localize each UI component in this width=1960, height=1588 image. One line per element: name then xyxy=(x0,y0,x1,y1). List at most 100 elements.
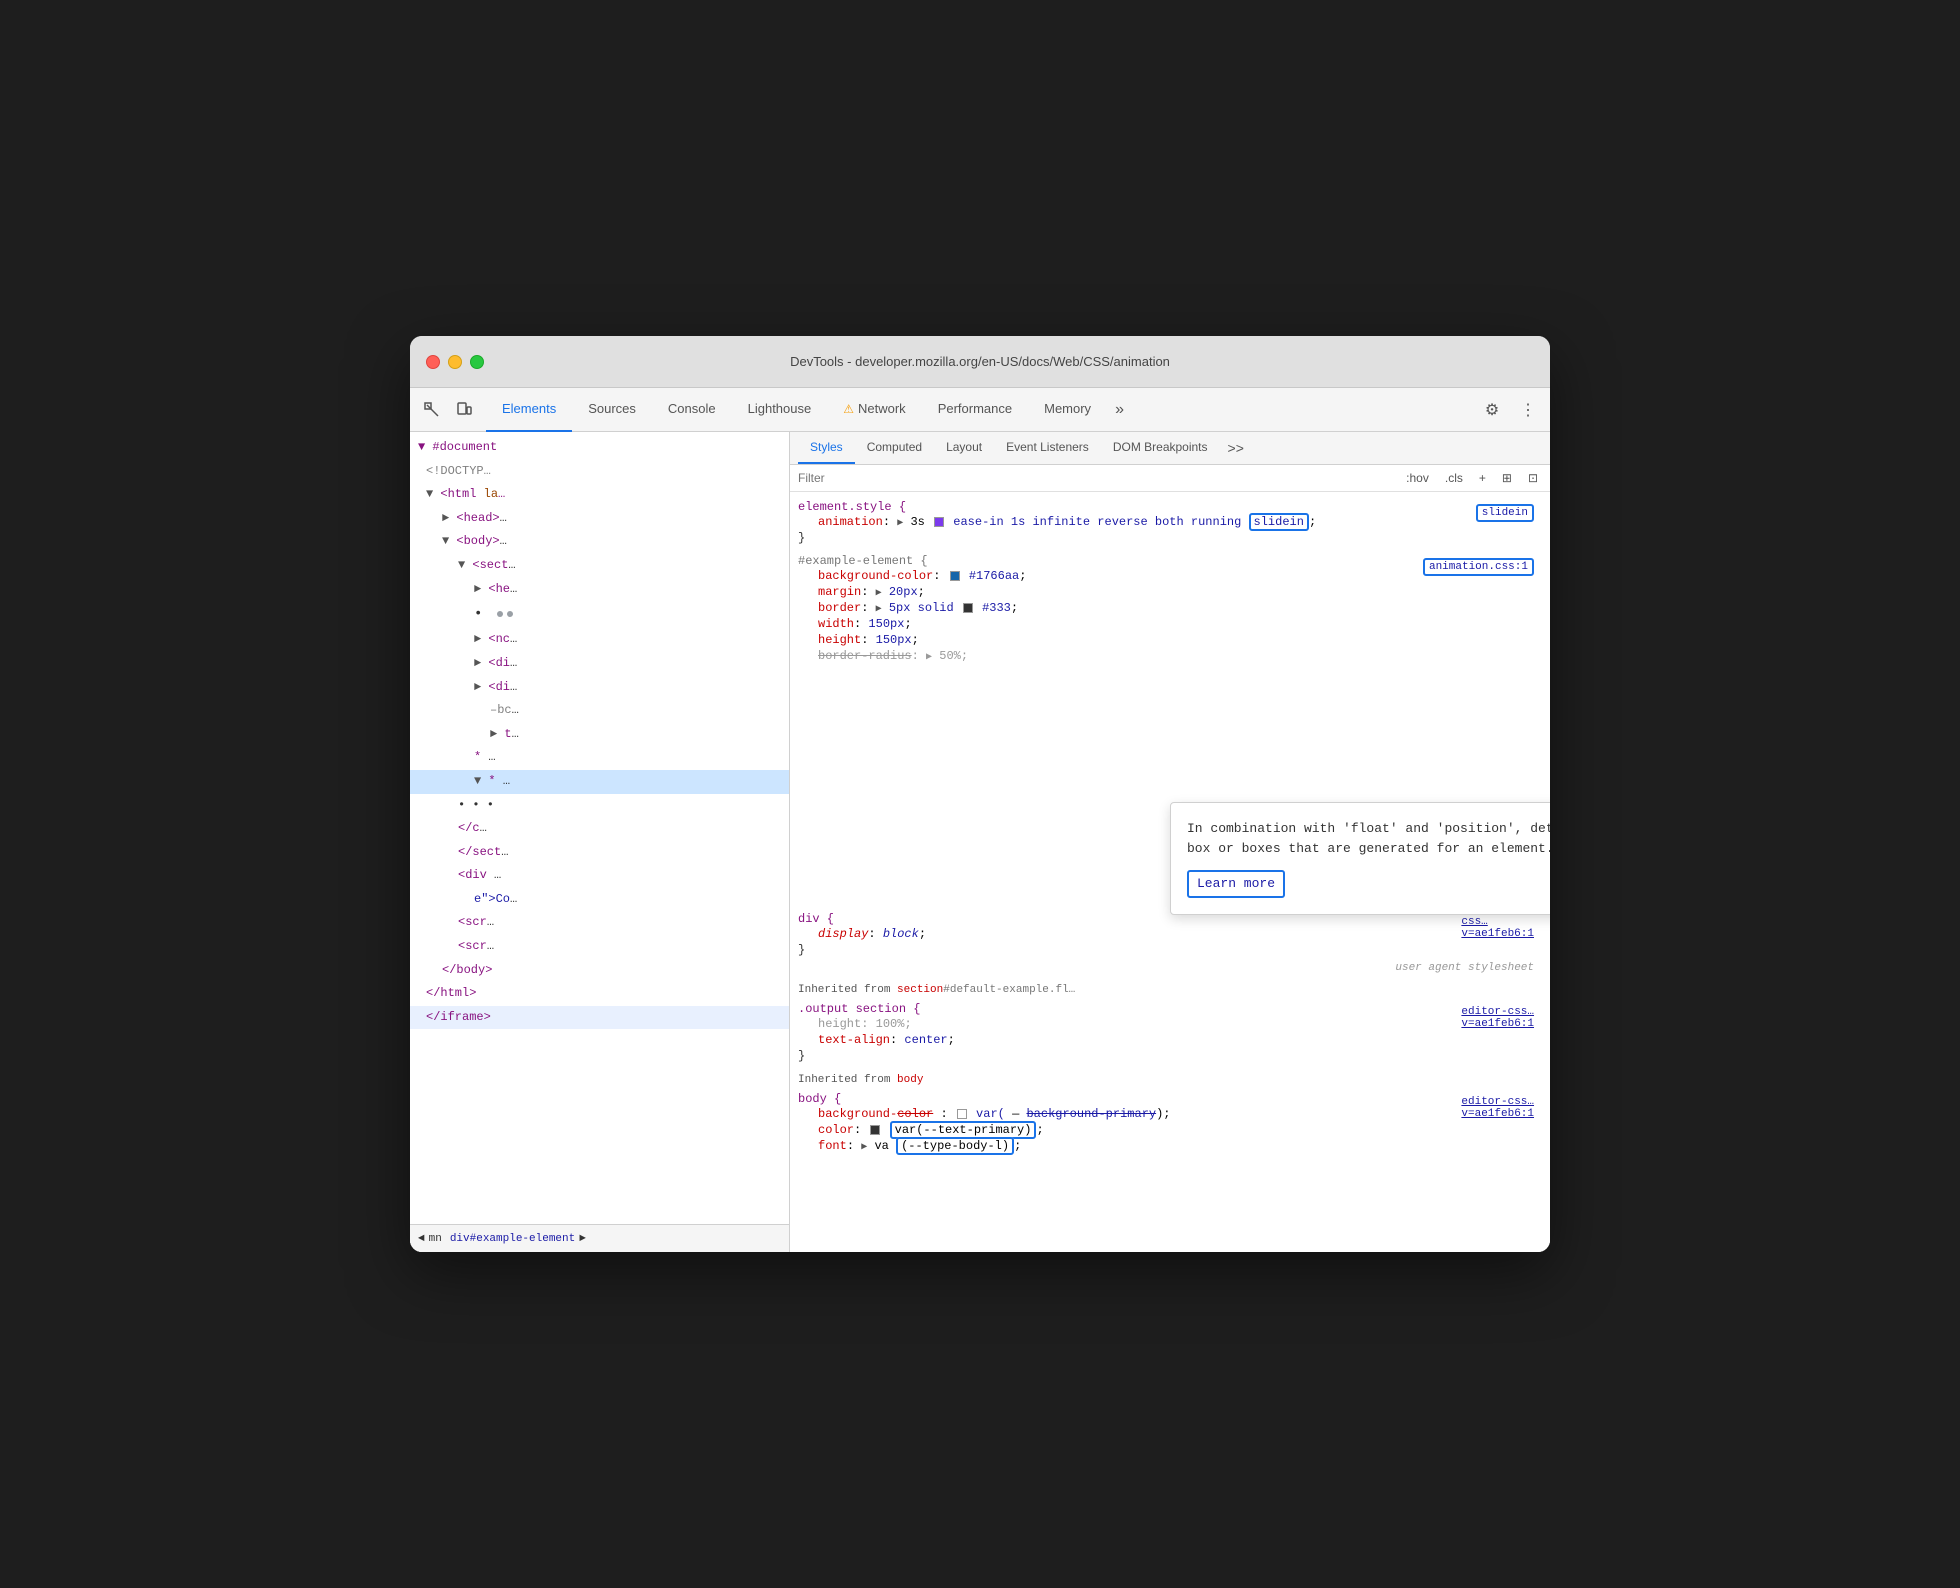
tab-performance[interactable]: Performance xyxy=(922,388,1028,432)
learn-more-link[interactable]: Learn more xyxy=(1187,870,1285,898)
tree-line[interactable]: ▼ #document xyxy=(410,436,789,460)
tree-line[interactable]: e">Co… xyxy=(410,888,789,912)
body-color-property: color: var(--text-primary); xyxy=(798,1122,1542,1138)
font-expand[interactable]: ▶ xyxy=(861,1142,867,1153)
breadcrumb-right-arrow[interactable]: ► xyxy=(579,1233,586,1245)
div-source[interactable]: css…v=ae1feb6:1 xyxy=(1461,916,1534,940)
cls-button[interactable]: .cls xyxy=(1441,469,1467,487)
tree-line[interactable]: </sect… xyxy=(410,841,789,865)
elements-panel: ▼ #document <!DOCTYP… ▼ <html la… ► <hea… xyxy=(410,432,790,1252)
example-element-selector: #example-element { xyxy=(798,554,928,568)
border-color-swatch[interactable] xyxy=(963,603,973,613)
more-options-icon[interactable]: ⋮ xyxy=(1514,396,1542,424)
body-font-property: font: ▶ va (--type-body-l); xyxy=(798,1138,1542,1154)
tree-line[interactable]: ► <di… xyxy=(410,676,789,700)
animation-color-swatch[interactable] xyxy=(934,517,944,527)
tree-line[interactable]: </body> xyxy=(410,959,789,983)
tab-styles-label: Styles xyxy=(810,440,843,454)
tab-network[interactable]: ⚠ Network xyxy=(827,388,921,432)
body-source[interactable]: editor-css…v=ae1feb6:1 xyxy=(1461,1096,1534,1120)
tooltip-text: In combination with 'float' and 'positio… xyxy=(1187,819,1550,858)
animation-css-source[interactable]: animation.css:1 xyxy=(1423,558,1534,576)
element-style-close: } xyxy=(798,530,1542,546)
main-tabs: Elements Sources Console Lighthouse ⚠ Ne… xyxy=(486,388,1478,432)
body-ref[interactable]: body xyxy=(897,1074,923,1086)
tree-line[interactable]: <scr… xyxy=(410,911,789,935)
tree-line-selected[interactable]: ▼ * … xyxy=(410,770,789,794)
filter-controls: :hov .cls + ⊞ ⊡ xyxy=(1402,469,1542,487)
tree-line[interactable]: </html> xyxy=(410,982,789,1006)
traffic-lights xyxy=(426,355,484,369)
element-style-source[interactable]: slidein xyxy=(1476,504,1534,522)
tree-line[interactable]: <div … xyxy=(410,864,789,888)
border-radius-expand[interactable]: ▶ xyxy=(926,652,932,663)
tree-line[interactable]: </iframe> xyxy=(410,1006,789,1030)
tree-line[interactable]: ► <he… xyxy=(410,578,789,602)
device-toolbar-icon[interactable] xyxy=(450,396,478,424)
new-style-rule-icon[interactable]: ⊞ xyxy=(1498,469,1516,487)
display-property: display: block; xyxy=(798,926,1542,942)
output-rule-close: } xyxy=(798,1048,1542,1064)
section-ref[interactable]: section xyxy=(897,984,943,996)
margin-expand[interactable]: ▶ xyxy=(876,588,882,599)
devtools-toolbar: Elements Sources Console Lighthouse ⚠ Ne… xyxy=(410,388,1550,432)
tree-line[interactable]: ▼ <sect… xyxy=(410,554,789,578)
maximize-button[interactable] xyxy=(470,355,484,369)
tree-line[interactable]: ▼ <body>… xyxy=(410,530,789,554)
output-source[interactable]: editor-css…v=ae1feb6:1 xyxy=(1461,1006,1534,1030)
tab-memory[interactable]: Memory xyxy=(1028,388,1107,432)
output-height-property: height: 100%; xyxy=(798,1016,1542,1032)
tree-line[interactable]: • • • xyxy=(410,794,789,818)
element-style-rule: element.style { slidein animation: ▶ 3s … xyxy=(790,496,1550,550)
computed-styles-icon[interactable]: ⊡ xyxy=(1524,469,1542,487)
tab-styles[interactable]: Styles xyxy=(798,432,855,464)
tab-memory-label: Memory xyxy=(1044,401,1091,416)
tab-sources[interactable]: Sources xyxy=(572,388,652,432)
div-rule: div { css…v=ae1feb6:1 display: block; } … xyxy=(790,908,1550,978)
border-expand[interactable]: ▶ xyxy=(876,604,882,615)
more-tabs-button[interactable]: » xyxy=(1107,401,1132,419)
panel-tabs-more[interactable]: >> xyxy=(1224,432,1248,464)
animation-expand[interactable]: ▶ xyxy=(897,518,903,529)
tree-line[interactable]: <scr… xyxy=(410,935,789,959)
filter-input[interactable] xyxy=(798,471,1402,485)
breadcrumb-mn[interactable]: mn xyxy=(429,1233,442,1245)
tree-line[interactable]: ► <di… xyxy=(410,652,789,676)
tree-line[interactable]: <!DOCTYP… xyxy=(410,460,789,484)
tree-line[interactable]: ► <head>… xyxy=(410,507,789,531)
tab-elements[interactable]: Elements xyxy=(486,388,572,432)
tree-line[interactable]: ► <nc… xyxy=(410,628,789,652)
margin-property: margin: ▶ 20px; xyxy=(798,584,1542,600)
tree-line[interactable]: ► t… xyxy=(410,723,789,747)
tree-line[interactable]: • xyxy=(410,601,789,628)
animation-property: animation: ▶ 3s ease-in 1s infinite reve… xyxy=(798,514,1542,530)
bg-color-swatch[interactable] xyxy=(950,571,960,581)
close-button[interactable] xyxy=(426,355,440,369)
body-color-swatch[interactable] xyxy=(870,1125,880,1135)
inspect-icon[interactable] xyxy=(418,396,446,424)
tab-event-listeners-label: Event Listeners xyxy=(1006,440,1089,454)
tooltip-footer: Learn more Don't show xyxy=(1187,870,1550,898)
breadcrumb-element[interactable]: div#example-element xyxy=(450,1233,575,1245)
settings-icon[interactable]: ⚙ xyxy=(1478,396,1506,424)
breadcrumb-left-arrow[interactable]: ◄ xyxy=(418,1233,425,1245)
toolbar-right-group: ⚙ ⋮ xyxy=(1478,396,1542,424)
tab-console-label: Console xyxy=(668,401,716,416)
add-rule-button[interactable]: + xyxy=(1475,469,1490,487)
tree-line[interactable]: –bc… xyxy=(410,699,789,723)
styles-panel: Styles Computed Layout Event Listeners D… xyxy=(790,432,1550,1252)
border-radius-property: border-radius: ▶ 50%; xyxy=(798,648,1542,664)
tab-lighthouse[interactable]: Lighthouse xyxy=(732,388,828,432)
minimize-button[interactable] xyxy=(448,355,462,369)
tab-dom-breakpoints[interactable]: DOM Breakpoints xyxy=(1101,432,1220,464)
tree-line[interactable]: * … xyxy=(410,746,789,770)
tab-event-listeners[interactable]: Event Listeners xyxy=(994,432,1101,464)
tree-line[interactable]: ▼ <html la… xyxy=(410,483,789,507)
tab-console[interactable]: Console xyxy=(652,388,732,432)
hov-button[interactable]: :hov xyxy=(1402,469,1433,487)
body-bgcolor-swatch[interactable] xyxy=(957,1109,967,1119)
tab-layout[interactable]: Layout xyxy=(934,432,994,464)
tab-computed[interactable]: Computed xyxy=(855,432,934,464)
tree-line[interactable]: </c… xyxy=(410,817,789,841)
devtools-body: ▼ #document <!DOCTYP… ▼ <html la… ► <hea… xyxy=(410,432,1550,1252)
